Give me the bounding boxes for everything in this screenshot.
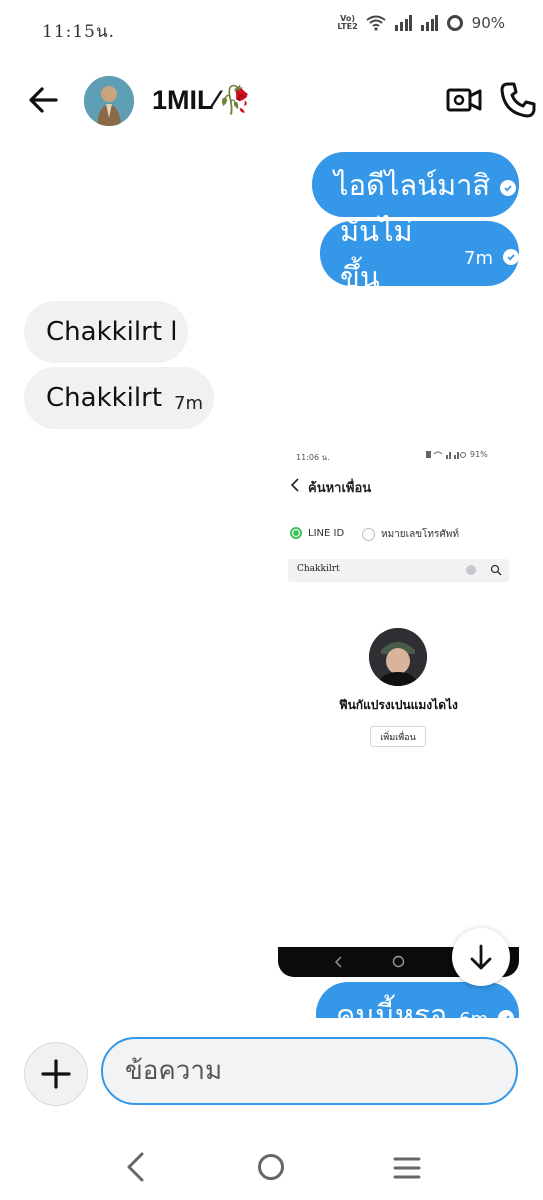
radio-selected-icon: [290, 527, 302, 539]
battery-ring-icon: [446, 15, 463, 31]
nav-recents-icon[interactable]: [392, 1155, 422, 1181]
attachment-profile-photo: [369, 628, 427, 686]
message-text: Chakkilrt: [46, 383, 163, 413]
phone-icon[interactable]: [498, 80, 538, 120]
message-text: มันไม่ขึ้น: [340, 213, 413, 294]
radio-unselected-icon: [362, 528, 375, 541]
message-text: ไอดีไลน์มาสิ: [334, 167, 491, 202]
status-time: 11:15น.: [42, 22, 116, 42]
volte-indicator: Vo) LTE2: [337, 15, 357, 31]
signal-icon-2: [420, 15, 438, 31]
clear-icon: [466, 565, 476, 575]
attachment-search-field: Chakkilrt: [288, 559, 509, 582]
avatar[interactable]: [84, 76, 134, 126]
image-attachment[interactable]: 11:06 น. 91% ค้นหาเพื่อน LINE ID หมายเลข…: [278, 445, 519, 977]
attachment-nav-home-icon: [392, 955, 405, 968]
attachment-battery: 91%: [470, 450, 488, 459]
status-icons: Vo) LTE2 90%: [337, 14, 505, 32]
message-outgoing[interactable]: มันไม่ขึ้น 7m: [320, 214, 519, 294]
back-arrow-icon[interactable]: [24, 80, 64, 120]
plus-icon: [41, 1059, 71, 1089]
nav-back-icon[interactable]: [120, 1150, 152, 1184]
attachment-option-line-id: LINE ID: [290, 527, 344, 539]
message-text: Chakkilrt l: [46, 317, 178, 347]
avatar-image: [84, 76, 134, 126]
attachment-search-value: Chakkilrt: [297, 564, 340, 574]
signal-icon: [394, 15, 412, 31]
wifi-icon: [366, 15, 386, 31]
message-input[interactable]: [101, 1037, 518, 1105]
message-time: 7m: [174, 392, 204, 414]
attachment-signal-icon: [426, 451, 466, 459]
message-time: 7m: [464, 248, 494, 269]
message-text: คนนี้หรอ: [336, 997, 448, 1019]
option-label: หมายเลขโทรศัพท์: [381, 529, 459, 540]
nav-home-icon[interactable]: [256, 1152, 286, 1182]
attachment-screen-title: ค้นหาเพื่อน: [308, 481, 372, 496]
attachment-nav-back-icon: [335, 956, 342, 968]
message-incoming[interactable]: Chakkilrt l: [24, 301, 188, 363]
scroll-to-bottom-button[interactable]: [452, 928, 510, 986]
arrow-down-icon: [470, 944, 492, 970]
seen-check-icon: [503, 248, 519, 265]
attachment-search-icon: [490, 564, 502, 576]
attachment-add-friend-button: เพิ่มเพื่อน: [370, 726, 426, 747]
profile-photo-image: [369, 628, 427, 686]
seen-check-icon: [500, 179, 517, 196]
attachment-option-phone: หมายเลขโทรศัพท์: [362, 527, 459, 542]
add-attachment-button[interactable]: [24, 1042, 88, 1106]
chat-title[interactable]: 1MIL⁄🥀: [152, 84, 252, 116]
seen-check-icon: [498, 1009, 515, 1018]
attachment-status-icons: 91%: [426, 450, 488, 459]
message-outgoing[interactable]: คนนี้หรอ 6m: [316, 982, 519, 1018]
battery-percent: 90%: [471, 14, 505, 32]
video-call-icon[interactable]: [445, 82, 483, 118]
message-outgoing-clip: คนนี้หรอ 6m: [316, 982, 519, 1018]
attachment-back-icon: [290, 478, 299, 492]
option-label: LINE ID: [308, 527, 345, 539]
message-incoming[interactable]: Chakkilrt 7m: [24, 367, 214, 429]
lte-label: LTE2: [337, 22, 358, 31]
message-time: 6m: [459, 1009, 488, 1018]
attachment-status-time: 11:06 น.: [296, 453, 330, 462]
attachment-profile-name: ฟีนกัแปรงเปนแมงไดไง: [339, 698, 458, 712]
